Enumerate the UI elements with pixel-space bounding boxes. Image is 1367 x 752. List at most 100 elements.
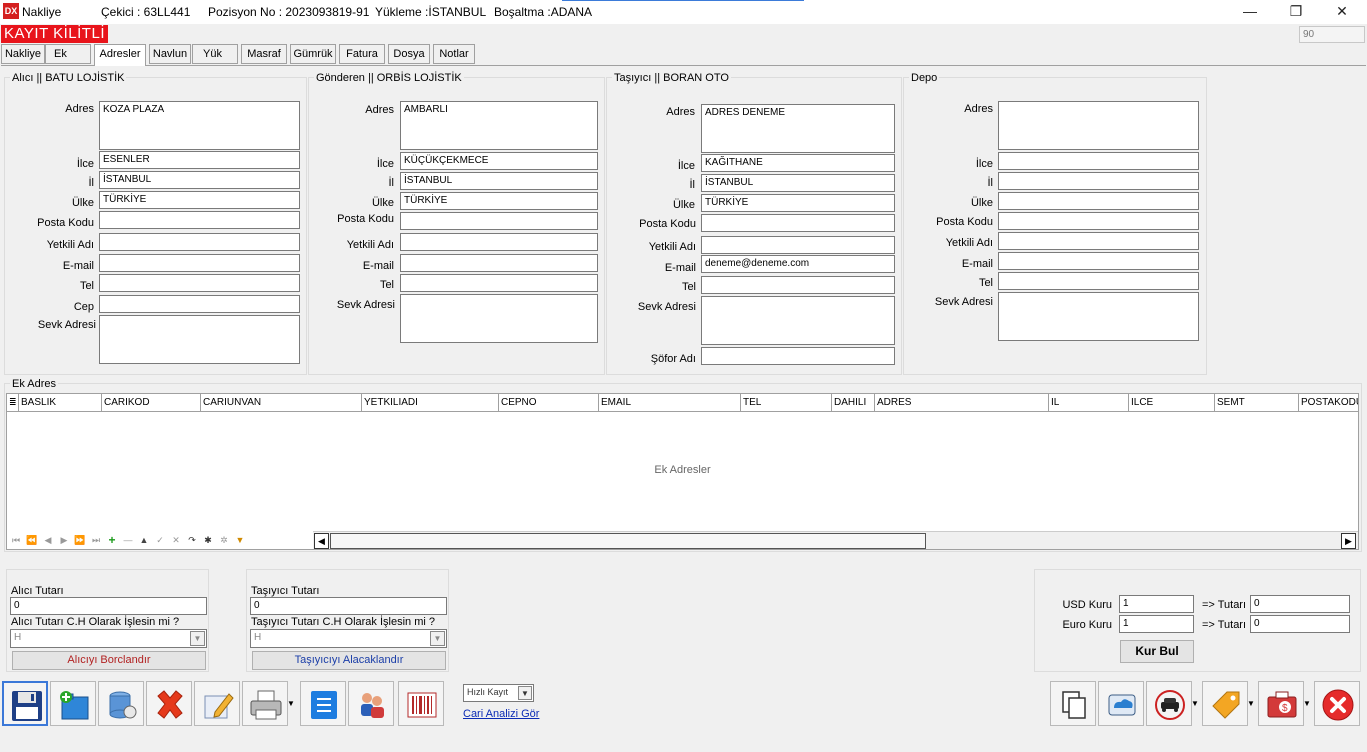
tab-adresler[interactable]: Adresler <box>94 44 146 66</box>
hizli-kayit-select[interactable]: Hızlı Kayıt ▼ <box>463 684 534 702</box>
nav-next-button[interactable]: ▶ <box>57 533 71 547</box>
depo-ilce-field[interactable] <box>998 152 1199 170</box>
column-header[interactable]: BASLIK <box>19 394 102 412</box>
print-button[interactable] <box>242 681 288 726</box>
tab-gumruk[interactable]: Gümrük <box>290 44 336 64</box>
restore-button[interactable]: ❐ <box>1273 0 1319 24</box>
chevron-down-icon[interactable]: ▼ <box>518 686 532 700</box>
tab-fatura[interactable]: Fatura <box>339 44 385 64</box>
column-header[interactable]: EMAIL <box>599 394 741 412</box>
scroll-right-button[interactable]: ▶ <box>1341 533 1356 549</box>
tasiyici-ch-select[interactable]: H ▼ <box>250 629 447 648</box>
alici-il-field[interactable]: İSTANBUL <box>99 171 300 189</box>
gonderen-ulke-field[interactable]: TÜRKİYE <box>400 192 598 210</box>
kur-bul-button[interactable]: Kur Bul <box>1120 640 1194 663</box>
price-tag-button[interactable] <box>1202 681 1248 726</box>
column-header[interactable]: CARIUNVAN <box>201 394 362 412</box>
nav-bookmark-button[interactable]: ✱ <box>201 533 215 547</box>
exit-button[interactable] <box>1314 681 1360 726</box>
alici-tutar-field[interactable]: 0 <box>10 597 207 615</box>
alici-posta-kodu-field[interactable] <box>99 211 300 229</box>
nav-cancel-button[interactable]: ✕ <box>169 533 183 547</box>
alici-tel-field[interactable] <box>99 274 300 292</box>
nav-next-page-button[interactable]: ⏩ <box>73 533 87 547</box>
nav-goto-bookmark-button[interactable]: ✲ <box>217 533 231 547</box>
nav-refresh-button[interactable]: ↷ <box>185 533 199 547</box>
column-header[interactable]: DAHILI <box>832 394 875 412</box>
tasiyici-yetkili-adi-field[interactable] <box>701 236 895 254</box>
depo-ulke-field[interactable] <box>998 192 1199 210</box>
gonderen-posta-kodu-field[interactable] <box>400 212 598 230</box>
alici-ulke-field[interactable]: TÜRKİYE <box>99 191 300 209</box>
price-tag-dropdown-button[interactable]: ▼ <box>1246 681 1256 726</box>
list-button[interactable] <box>300 681 346 726</box>
nav-last-button[interactable]: ⏭ <box>89 533 103 547</box>
alici-yetkili-adi-field[interactable] <box>99 233 300 251</box>
tasiyici-tutar-field[interactable]: 0 <box>250 597 447 615</box>
gonderen-adres-field[interactable]: AMBARLI <box>400 101 598 150</box>
scroll-left-button[interactable]: ◀ <box>314 533 329 549</box>
alici-email-field[interactable] <box>99 254 300 272</box>
tasiyici-adres-field[interactable]: ADRES DENEME <box>701 104 895 153</box>
euro-tutar-field[interactable]: 0 <box>1250 615 1350 633</box>
column-header[interactable]: ILCE <box>1129 394 1215 412</box>
ek-adres-grid[interactable]: ≣ BASLIK CARIKOD CARIUNVAN YETKILIADI CE… <box>6 393 1359 550</box>
alici-cep-field[interactable] <box>99 295 300 313</box>
column-chooser-icon[interactable]: ≣ <box>7 394 19 412</box>
tasiyici-alacaklandir-button[interactable]: Taşıyıcıyı Alacaklandır <box>252 651 446 670</box>
users-button[interactable] <box>348 681 394 726</box>
alici-sevk-adresi-field[interactable] <box>99 315 300 364</box>
usd-tutar-field[interactable]: 0 <box>1250 595 1350 613</box>
scroll-thumb[interactable] <box>330 533 926 549</box>
tab-notlar[interactable]: Notlar <box>433 44 475 64</box>
barcode-button[interactable] <box>398 681 444 726</box>
tab-nakliye[interactable]: Nakliye <box>1 44 45 64</box>
tasiyici-tel-field[interactable] <box>701 276 895 294</box>
tasiyici-ulke-field[interactable]: TÜRKİYE <box>701 194 895 212</box>
alici-ilce-field[interactable]: ESENLER <box>99 151 300 169</box>
vehicle-button[interactable] <box>1146 681 1192 726</box>
nav-filter-button[interactable]: ▼ <box>233 533 247 547</box>
column-header[interactable]: IL <box>1049 394 1129 412</box>
close-window-button[interactable]: ✕ <box>1319 0 1365 24</box>
new-record-button[interactable] <box>50 681 96 726</box>
usd-kuru-field[interactable]: 1 <box>1119 595 1194 613</box>
depo-email-field[interactable] <box>998 252 1199 270</box>
chevron-down-icon[interactable]: ▼ <box>430 631 445 646</box>
tab-masraf[interactable]: Masraf <box>241 44 287 64</box>
gonderen-sevk-adresi-field[interactable] <box>400 294 598 343</box>
depo-adres-field[interactable] <box>998 101 1199 150</box>
nav-post-button[interactable]: ✓ <box>153 533 167 547</box>
tasiyici-posta-kodu-field[interactable] <box>701 214 895 232</box>
column-header[interactable]: POSTAKODU <box>1299 394 1358 412</box>
edit-button[interactable] <box>194 681 240 726</box>
euro-kuru-field[interactable]: 1 <box>1119 615 1194 633</box>
cash-dropdown-button[interactable]: ▼ <box>1302 681 1312 726</box>
grid-horizontal-scrollbar[interactable]: ◀ ▶ <box>313 531 1358 549</box>
nav-first-button[interactable]: ⏮ <box>9 533 23 547</box>
depo-tel-field[interactable] <box>998 272 1199 290</box>
depo-sevk-adresi-field[interactable] <box>998 292 1199 341</box>
gonderen-ilce-field[interactable]: KÜÇÜKÇEKMECE <box>400 152 598 170</box>
tasiyici-il-field[interactable]: İSTANBUL <box>701 174 895 192</box>
save-button[interactable] <box>2 681 48 726</box>
tasiyici-email-field[interactable]: deneme@deneme.com <box>701 255 895 273</box>
column-header[interactable]: ADRES <box>875 394 1049 412</box>
tab-ek[interactable]: Ek <box>45 44 91 64</box>
tab-dosya[interactable]: Dosya <box>388 44 430 64</box>
cari-analizi-link[interactable]: Cari Analizi Gör <box>463 708 539 720</box>
tab-navlun[interactable]: Navlun <box>149 44 191 64</box>
print-dropdown-button[interactable]: ▼ <box>286 681 296 726</box>
nav-edit-button[interactable]: ▲ <box>137 533 151 547</box>
column-header[interactable]: CEPNO <box>499 394 599 412</box>
nav-prev-button[interactable]: ◀ <box>41 533 55 547</box>
tasiyici-sofor-adi-field[interactable] <box>701 347 895 365</box>
gonderen-tel-field[interactable] <box>400 274 598 292</box>
nav-prev-page-button[interactable]: ⏪ <box>25 533 39 547</box>
tasiyici-ilce-field[interactable]: KAĞITHANE <box>701 154 895 172</box>
copy-button[interactable] <box>1050 681 1096 726</box>
column-header[interactable]: CARIKOD <box>102 394 201 412</box>
cloud-button[interactable] <box>1098 681 1144 726</box>
nav-add-button[interactable]: + <box>105 533 119 547</box>
column-header[interactable]: TEL <box>741 394 832 412</box>
